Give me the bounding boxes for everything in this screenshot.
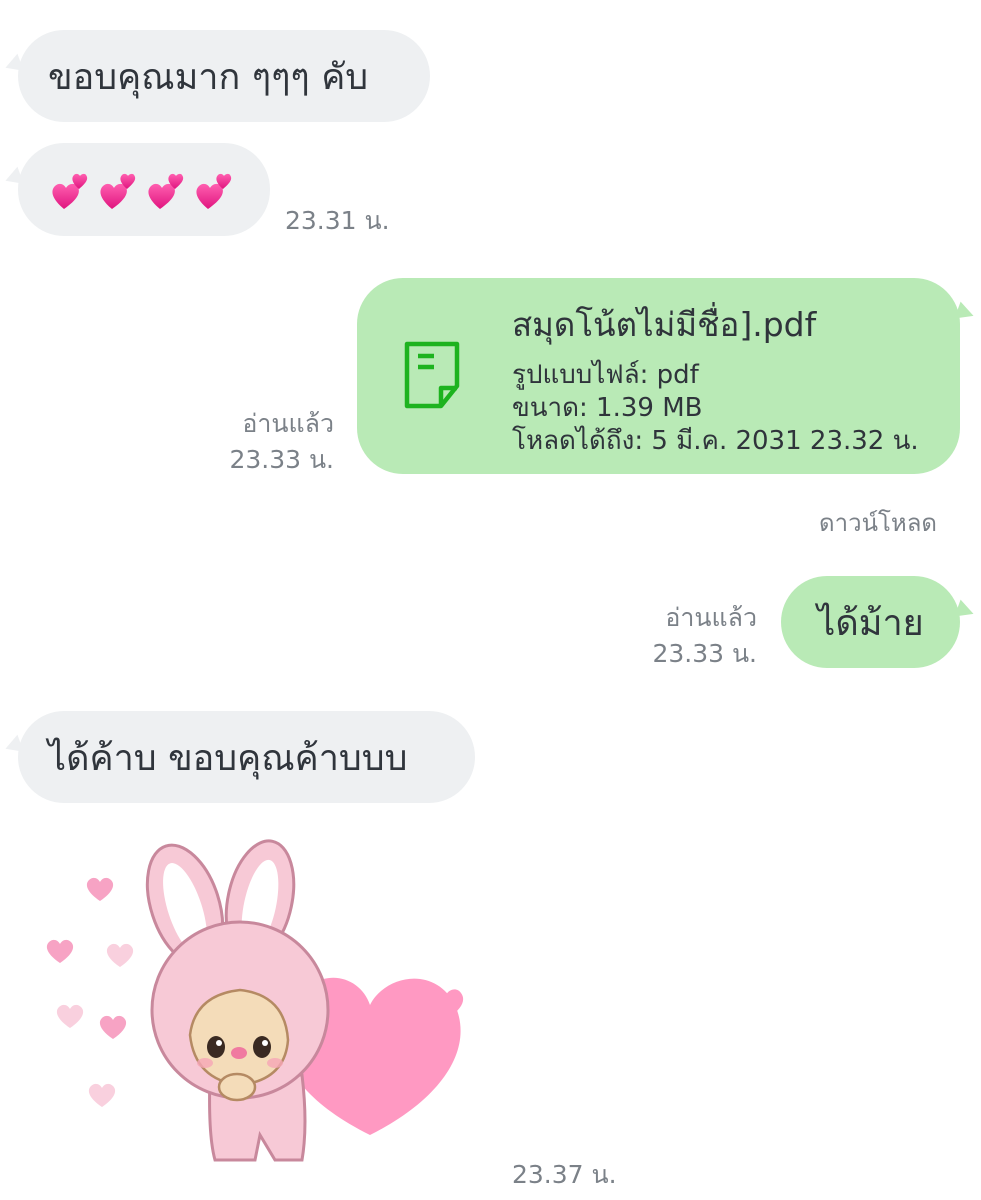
- message-timestamp: 23.33 น.: [652, 639, 757, 668]
- outgoing-file-bubble[interactable]: สมุดโน้ตไม่มีชื่อ].pdf รูปแบบไฟล์: pdf ข…: [357, 278, 960, 474]
- incoming-message-bubble[interactable]: ได้ค้าบ ขอบคุณค้าบบบ: [18, 711, 475, 803]
- document-file-icon: [404, 341, 460, 409]
- incoming-message-bubble[interactable]: ขอบคุณมาก ๆๆๆ คับ: [18, 30, 430, 122]
- file-size: ขนาด: 1.39 MB: [512, 393, 703, 423]
- file-name: สมุดโน้ตไม่มีชื่อ].pdf: [512, 305, 817, 344]
- pink-bunny-monchhichi-sticker[interactable]: [40, 835, 480, 1175]
- two-hearts-icon: [52, 173, 232, 209]
- message-timestamp: 23.37 น.: [512, 1160, 617, 1189]
- read-receipt: อ่านแล้ว 23.33 น.: [229, 406, 334, 478]
- file-expiry: โหลดได้ถึง: 5 มี.ค. 2031 23.32 น.: [512, 426, 919, 456]
- outgoing-message-bubble[interactable]: ได้ม้าย: [781, 576, 960, 668]
- message-text: ได้ค้าบ ขอบคุณค้าบบบ: [48, 737, 408, 779]
- read-receipt: อ่านแล้ว 23.33 น.: [652, 600, 757, 672]
- download-link[interactable]: ดาวน์โหลด: [819, 503, 937, 542]
- read-status: อ่านแล้ว: [665, 603, 757, 632]
- message-text: ขอบคุณมาก ๆๆๆ คับ: [48, 56, 369, 98]
- incoming-emoji-bubble[interactable]: [18, 143, 270, 236]
- read-status: อ่านแล้ว: [242, 409, 334, 438]
- message-text: ได้ม้าย: [817, 602, 924, 644]
- message-timestamp: 23.31 น.: [285, 206, 390, 235]
- message-timestamp: 23.33 น.: [229, 445, 334, 474]
- file-format: รูปแบบไฟล์: pdf: [512, 360, 699, 390]
